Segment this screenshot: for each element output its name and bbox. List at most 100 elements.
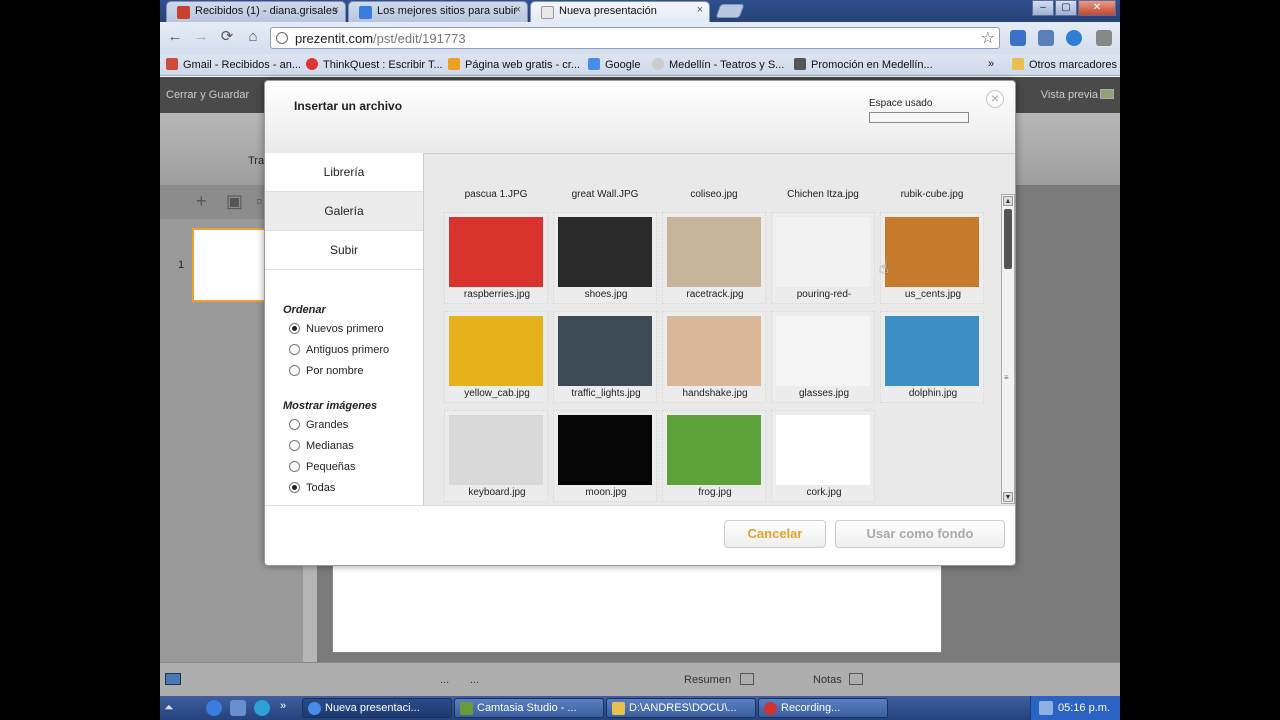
close-window-button[interactable]: ✕ [1078,0,1116,16]
pouring-red-image[interactable] [776,217,870,287]
wrench-icon[interactable] [1096,30,1112,46]
slide-canvas[interactable] [332,563,942,653]
task-explorer[interactable]: D:\ANDRES\DOCU\... [606,698,756,718]
bookmarks-overflow[interactable]: » [988,58,994,70]
gallery-image-cell[interactable]: handshake.jpg [662,311,766,403]
other-bookmarks[interactable]: Otros marcadores [1012,58,1117,71]
bookmark-medellin-teatros[interactable]: Medellín - Teatros y S... [652,58,784,71]
sort-name-radio[interactable]: Por nombre [289,365,363,377]
close-icon[interactable]: × [333,4,339,16]
duplicate-slide-icon[interactable]: ▣ [226,191,243,212]
gallery-image-cell[interactable]: raspberries.jpg [444,212,548,304]
preview-button[interactable]: Vista previa [1041,89,1098,101]
gallery-image-cell[interactable]: dolphin.jpg [880,311,984,403]
tab-mejores-sitios[interactable]: Los mejores sitios para subir × [348,1,528,22]
bookmark-label: Página web gratis - cr... [465,59,580,71]
close-icon[interactable]: × [515,4,521,16]
bookmark-pagina-web[interactable]: Página web gratis - cr... [448,58,580,71]
bookmark-google[interactable]: Google [588,58,640,71]
tab-galeria[interactable]: Galería [265,192,423,231]
tab-subir[interactable]: Subir [265,231,423,270]
show-all-radio[interactable]: Todas [289,482,335,494]
gallery-image-cell[interactable]: yellow_cab.jpg [444,311,548,403]
moon-image[interactable] [558,415,652,485]
extension-icon[interactable] [1038,30,1054,46]
cork-image[interactable] [776,415,870,485]
show-large-radio[interactable]: Grandes [289,419,348,431]
racetrack-image[interactable] [667,217,761,287]
delete-slide-icon[interactable]: ▫ [256,191,262,212]
network-icon[interactable] [1039,701,1053,715]
shoes-image[interactable] [558,217,652,287]
show-medium-radio[interactable]: Medianas [289,440,354,452]
extension-icon[interactable] [1066,30,1082,46]
reload-button[interactable]: ⟳ [218,28,236,46]
ie-icon[interactable] [206,700,222,716]
scroll-down-icon[interactable]: ▼ [1003,492,1013,502]
cancel-button[interactable]: Cancelar [724,520,826,548]
maximize-button[interactable]: ▢ [1055,0,1077,16]
frog-image[interactable] [667,415,761,485]
image-caption[interactable]: pascua 1.JPG [447,189,545,200]
gallery-image-cell[interactable]: racetrack.jpg [662,212,766,304]
tab-gmail[interactable]: Recibidos (1) - diana.grisales × [166,1,346,22]
raspberries-image[interactable] [449,217,543,287]
gallery-image-cell[interactable]: glasses.jpg [771,311,875,403]
image-caption[interactable]: coliseo.jpg [665,189,763,200]
gallery-image-cell[interactable]: shoes.jpg [553,212,657,304]
start-button[interactable]: ⏶ [164,700,174,715]
home-button[interactable]: ⌂ [244,28,262,46]
tab-nueva-presentacion[interactable]: Nueva presentación × [530,1,710,22]
extension-icon[interactable] [1010,30,1026,46]
use-as-background-button[interactable]: Usar como fondo [835,520,1005,548]
notes-button[interactable]: Notas [813,674,842,686]
quicklaunch-overflow[interactable]: » [280,700,286,712]
tab-libreria[interactable]: Librería [265,153,423,192]
traffic-lights-image[interactable] [558,316,652,386]
gallery-scrollbar[interactable]: ▲ ≡ ▼ [1001,194,1015,504]
bookmark-promocion[interactable]: Promoción en Medellín... [794,58,933,71]
summary-button[interactable]: Resumen [684,674,731,686]
bookmark-gmail[interactable]: Gmail - Recibidos - an... [166,58,301,71]
gallery-image-cell[interactable]: us_cents.jpg [880,212,984,304]
image-caption[interactable]: rubik-cube.jpg [883,189,981,200]
sort-newest-radio[interactable]: Nuevos primero [289,323,384,335]
gallery-image-cell[interactable]: frog.jpg [662,410,766,502]
gallery-image-cell[interactable]: keyboard.jpg [444,410,548,502]
scroll-thumb[interactable] [1004,209,1012,269]
forward-button[interactable]: → [192,28,210,46]
browser-toolbar: ← → ⟳ ⌂ prezentit.com/pst/edit/191773 ☆ [160,22,1120,54]
bookmark-thinkquest[interactable]: ThinkQuest : Escribir T... [306,58,443,71]
address-bar[interactable]: prezentit.com/pst/edit/191773 ☆ [270,27,1000,49]
gallery-image-cell[interactable]: moon.jpg [553,410,657,502]
gallery-image-cell[interactable]: pouring-red- [771,212,875,304]
close-icon[interactable]: × [986,90,1004,108]
close-icon[interactable]: × [697,4,703,16]
slide-thumbnail[interactable] [192,228,268,302]
dolphin-image[interactable] [885,316,979,386]
task-chrome[interactable]: Nueva presentaci... [302,698,452,718]
add-slide-icon[interactable]: + [196,191,207,212]
show-small-radio[interactable]: Pequeñas [289,461,356,473]
glasses-image[interactable] [776,316,870,386]
close-save-button[interactable]: Cerrar y Guardar [166,89,249,101]
scroll-up-icon[interactable]: ▲ [1003,196,1013,206]
sort-oldest-radio[interactable]: Antiguos primero [289,344,389,356]
back-button[interactable]: ← [166,28,184,46]
desktop-icon[interactable] [230,700,246,716]
bookmark-star-icon[interactable]: ☆ [981,28,995,48]
minimize-button[interactable]: – [1032,0,1054,16]
monitor-icon[interactable] [165,673,181,685]
us-cents-image[interactable] [885,217,979,287]
yellow-cab-image[interactable] [449,316,543,386]
new-tab-button[interactable] [715,4,745,18]
gallery-image-cell[interactable]: cork.jpg [771,410,875,502]
image-caption[interactable]: great Wall.JPG [556,189,654,200]
image-caption[interactable]: Chichen Itza.jpg [774,189,872,200]
task-recording[interactable]: Recording... [758,698,888,718]
handshake-image[interactable] [667,316,761,386]
keyboard-image[interactable] [449,415,543,485]
task-camtasia[interactable]: Camtasia Studio - ... [454,698,604,718]
media-icon[interactable] [254,700,270,716]
gallery-image-cell[interactable]: traffic_lights.jpg [553,311,657,403]
